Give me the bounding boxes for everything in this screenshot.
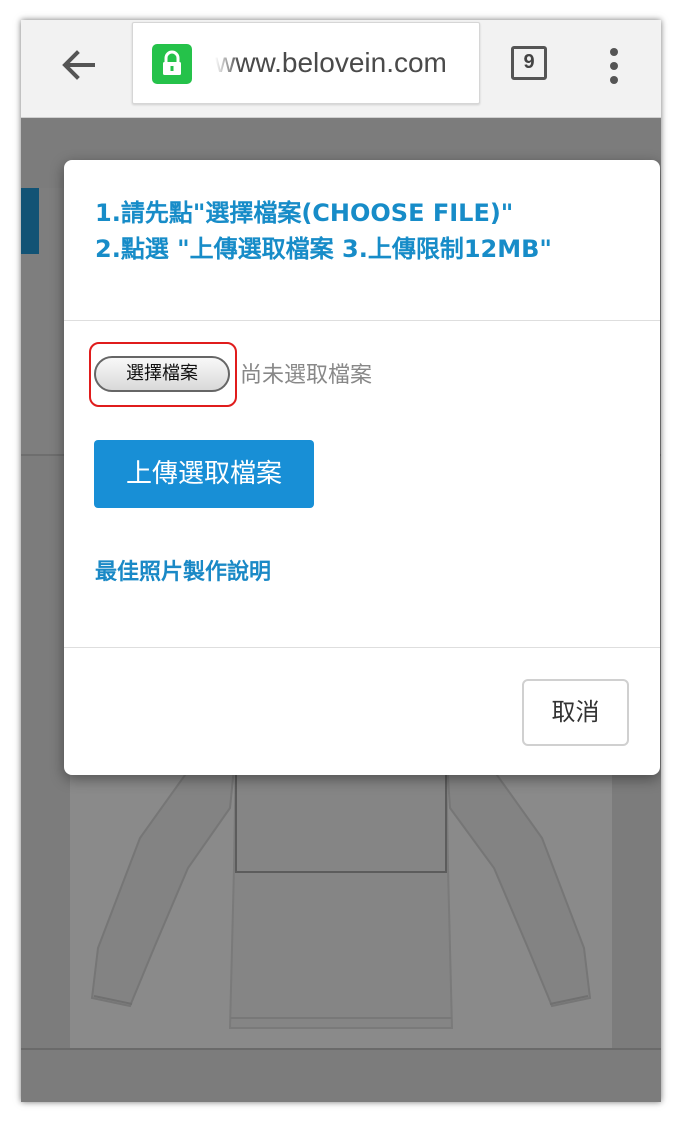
upload-dialog: 1.請先點"選擇檔案(CHOOSE FILE)" 2.點選 "上傳選取檔案 3.… [64,160,660,775]
dialog-header: 1.請先點"選擇檔案(CHOOSE FILE)" 2.點選 "上傳選取檔案 3.… [64,160,660,321]
secure-lock-icon [152,44,192,84]
photo-guide-link[interactable]: 最佳照片製作說明 [95,554,271,586]
file-status-text: 尚未選取檔案 [240,363,373,388]
upload-button[interactable]: 上傳選取檔案 [94,440,314,508]
overflow-menu-icon[interactable] [599,42,629,90]
back-arrow-icon [62,50,95,80]
dialog-body: 選擇檔案 尚未選取檔案 上傳選取檔案 最佳照片製作說明 [64,321,660,647]
instruction-line-1: 1.請先點"選擇檔案(CHOOSE FILE)" [95,199,514,227]
choose-file-button[interactable]: 選擇檔案 [94,356,230,392]
dialog-footer: 取消 [64,647,660,775]
instruction-line-2: 2.點選 "上傳選取檔案 3.上傳限制12MB" [95,235,552,263]
phone-screen: www.belovein.com 9 1.請先點"選擇檔案(CHOOSE FIL… [21,20,661,1102]
tab-switcher-button[interactable]: 9 [511,46,547,80]
address-bar[interactable]: www.belovein.com [132,22,480,104]
url-text: www.belovein.com [215,47,447,78]
back-button[interactable] [55,42,103,90]
browser-toolbar: www.belovein.com 9 [21,20,661,118]
cancel-button[interactable]: 取消 [522,679,629,746]
shirt-preview-image [70,746,612,1050]
